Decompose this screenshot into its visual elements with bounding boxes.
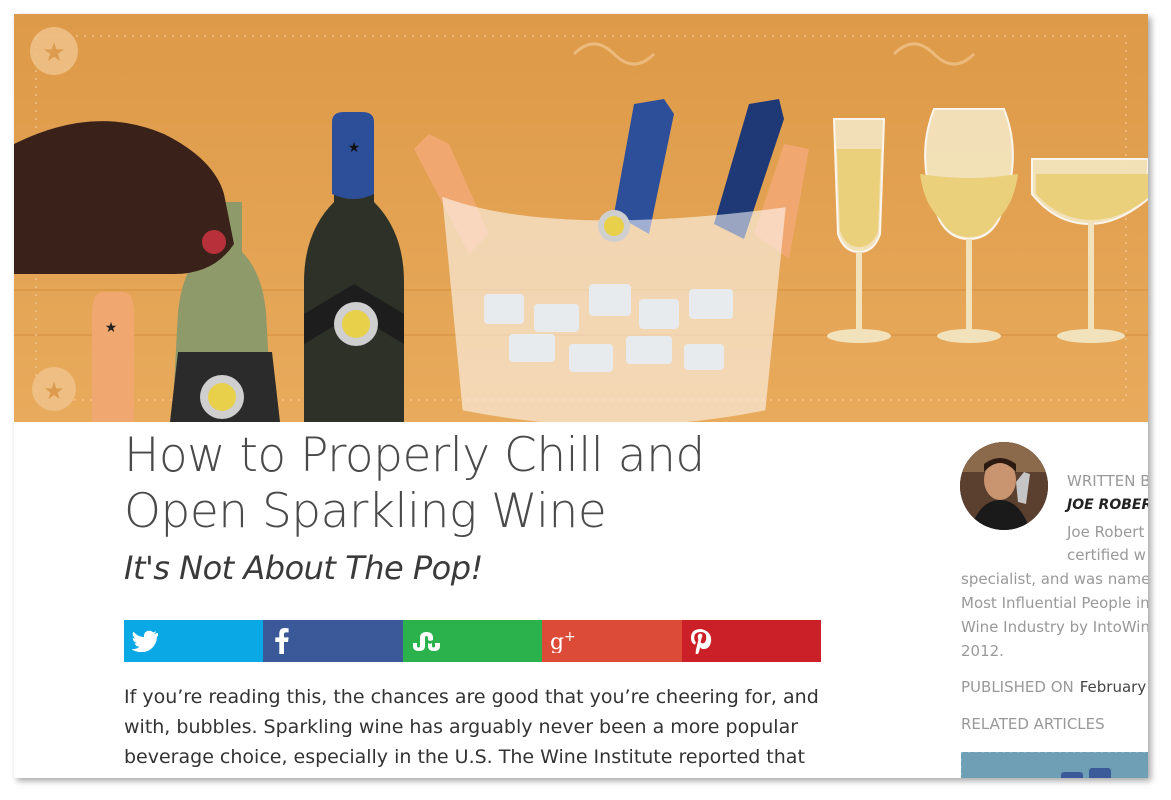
share-pinterest-button[interactable]	[681, 620, 822, 662]
svg-text:★: ★	[105, 320, 118, 336]
author-bio-line: 2012.	[961, 642, 1004, 660]
share-google-plus-button[interactable]: g +	[542, 620, 682, 662]
stumbleupon-icon	[411, 630, 441, 652]
author-bio-line: Wine Industry by IntoWin	[961, 618, 1148, 636]
share-twitter-button[interactable]	[124, 620, 264, 662]
author-bio-line: specialist, and was name	[961, 570, 1148, 588]
author-bio-line: Most Influential People in	[961, 594, 1148, 612]
page-frame: ★ ★ ★ ★ How to Properly Chill and Open S…	[14, 14, 1148, 778]
author-avatar[interactable]	[960, 442, 1048, 530]
author-bio-line: Joe Robert	[1067, 523, 1145, 541]
google-plus-icon: g +	[550, 629, 580, 653]
published-on: PUBLISHED ON February	[961, 678, 1146, 696]
article-title: How to Properly Chill and Open Sparkling…	[124, 428, 705, 539]
author-bio-line: certified w	[1067, 546, 1146, 564]
facebook-icon	[275, 628, 290, 654]
svg-text:g: g	[550, 630, 564, 653]
article-subtitle: It's Not About The Pop!	[124, 549, 483, 587]
svg-text:+: +	[564, 629, 576, 645]
twitter-icon	[132, 630, 158, 652]
published-label: PUBLISHED ON	[961, 678, 1074, 696]
svg-text:★: ★	[42, 38, 65, 68]
hero-image: ★ ★ ★ ★	[14, 14, 1148, 422]
pinterest-icon	[690, 628, 712, 654]
share-stumbleupon-button[interactable]	[402, 620, 543, 662]
published-date: February	[1079, 678, 1147, 696]
svg-text:★: ★	[348, 140, 361, 156]
svg-text:★: ★	[43, 377, 65, 405]
share-bar: g +	[124, 620, 822, 662]
related-article-thumbnail[interactable]	[961, 752, 1148, 778]
article-body: If you’re reading this, the chances are …	[124, 686, 819, 778]
share-facebook-button[interactable]	[263, 620, 403, 662]
related-articles-heading: RELATED ARTICLES	[961, 715, 1105, 733]
author-name-link[interactable]: JOE ROBERT	[1067, 497, 1148, 513]
written-by-label: WRITTEN B	[1067, 472, 1148, 490]
